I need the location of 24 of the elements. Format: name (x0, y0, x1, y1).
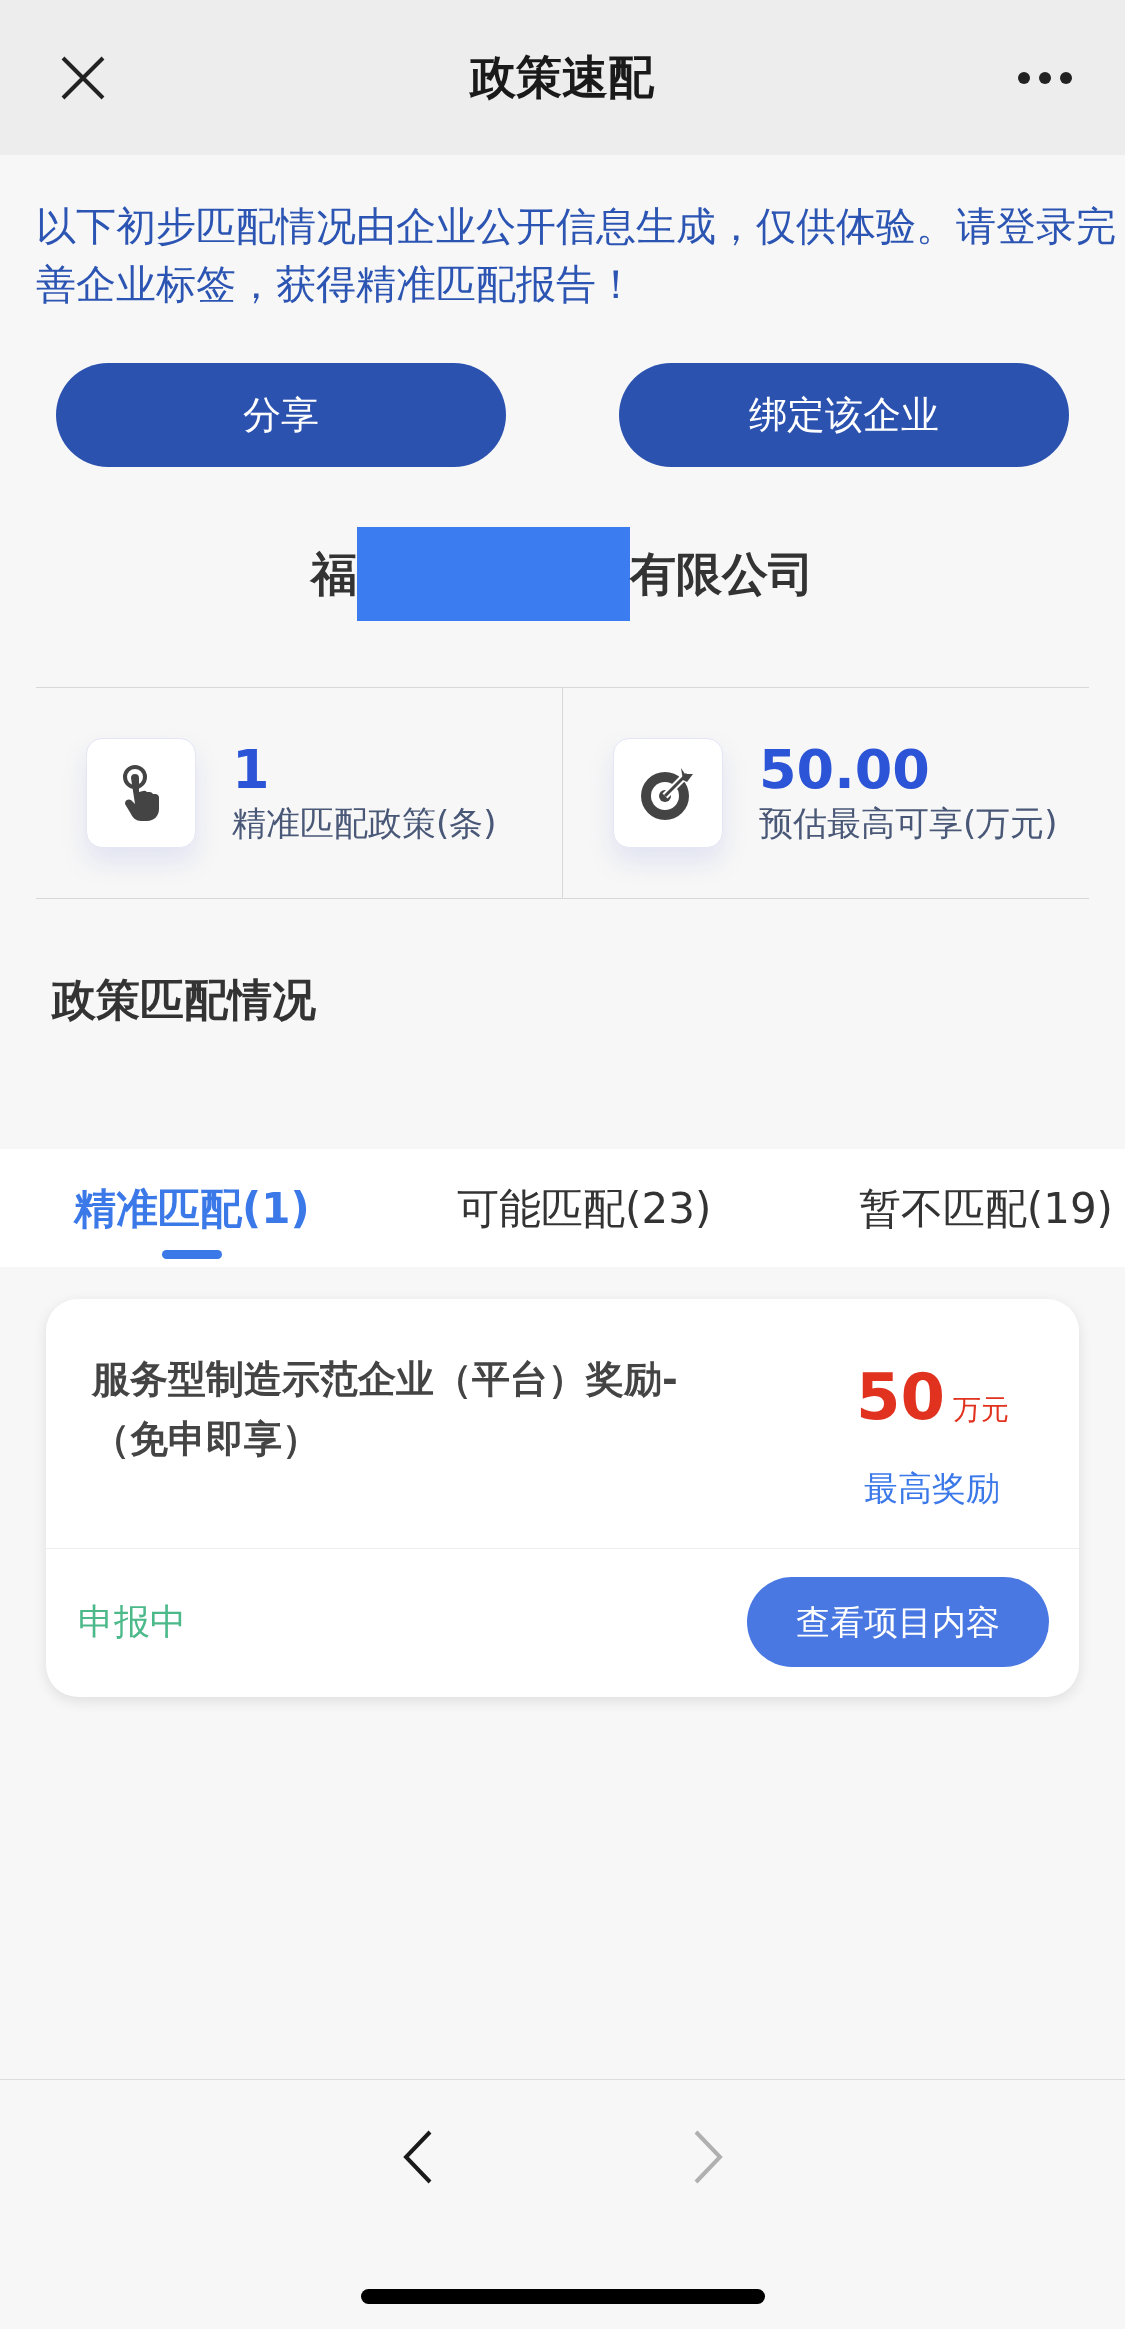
back-button[interactable] (402, 2130, 433, 2184)
tab[interactable]: 可能匹配(23) (457, 1149, 712, 1267)
company-name: 有限公司 (630, 545, 814, 603)
reward-label: 最高奖励 (864, 1467, 1001, 1510)
close-button[interactable] (60, 54, 106, 101)
stat-label: 预估最高可享(万元) (759, 802, 1058, 845)
stat-value: 50.00 (759, 740, 931, 800)
stat-label: 精准匹配政策(条) (232, 802, 497, 845)
tab[interactable]: 精准匹配(1) (74, 1149, 310, 1267)
hand-pointer-icon (121, 764, 161, 822)
status-text: 申报中 (78, 1600, 186, 1644)
action-button[interactable]: 绑定该企业 (619, 363, 1069, 467)
notice-text: 以下初步匹配情况由企业公开信息生成，仅供体验。请登录完善企业标签，获得精准匹配报告！ (35, 202, 1117, 309)
tab-underline (161, 1250, 222, 1259)
reward-amount: 50 (855, 1359, 945, 1436)
action-button[interactable]: 分享 (56, 363, 506, 467)
company-name: 福 (311, 545, 357, 603)
amount-unit: 万元 (953, 1392, 1009, 1428)
section-title: 政策匹配情况 (50, 973, 317, 1027)
stat-value: 1 (232, 740, 271, 800)
tab[interactable]: 暂不匹配(19) (858, 1149, 1113, 1267)
policy-title: 服务型制造示范企业（平台）奖励-（免申即享） (92, 1356, 679, 1463)
view-details-button[interactable]: 查看项目内容 (747, 1577, 1049, 1667)
page-title: 政策速配 (469, 49, 654, 106)
